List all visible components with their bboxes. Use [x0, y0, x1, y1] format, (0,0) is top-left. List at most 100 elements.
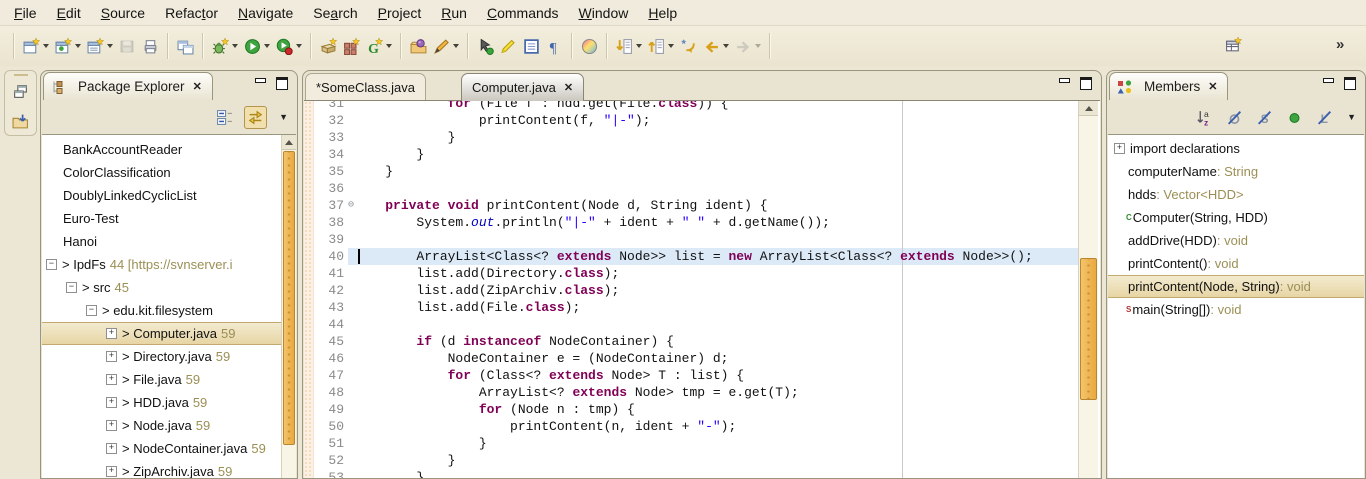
save-button[interactable]	[116, 35, 139, 58]
dropdown-arrow-icon[interactable]	[755, 44, 761, 48]
open-perspective-button[interactable]	[1222, 34, 1245, 57]
minimize-button[interactable]	[253, 77, 267, 89]
show-whitespace-button[interactable]: ¶	[543, 35, 566, 58]
expander-icon[interactable]: +	[1114, 143, 1125, 154]
dropdown-arrow-icon[interactable]	[43, 44, 49, 48]
fast-view-grip[interactable]	[14, 74, 28, 76]
hide-locals-button[interactable]: L	[1314, 107, 1335, 128]
maximize-button[interactable]	[1079, 77, 1093, 89]
minimize-button[interactable]	[1057, 77, 1071, 89]
open-type-button[interactable]	[174, 35, 197, 58]
highlighter-button[interactable]	[497, 35, 520, 58]
new-project-wizard-button[interactable]	[84, 35, 116, 58]
debug-button[interactable]	[209, 35, 241, 58]
hide-fields-button[interactable]	[1224, 107, 1245, 128]
tree-item[interactable]: +J> Directory.java59	[42, 345, 281, 368]
maximize-button[interactable]	[1343, 77, 1357, 89]
code-editor[interactable]: 3132333435363738394041424344454647484950…	[304, 100, 1100, 478]
menu-item-navigate[interactable]: Navigate	[228, 2, 303, 24]
prev-annotation-button[interactable]	[645, 35, 677, 58]
menu-item-edit[interactable]: Edit	[47, 2, 91, 24]
dropdown-arrow-icon[interactable]	[107, 44, 113, 48]
dropdown-arrow-icon[interactable]	[453, 44, 459, 48]
link-with-editor-button[interactable]	[244, 106, 267, 129]
package-explorer-tab[interactable]: Package Explorer ✕	[43, 72, 213, 100]
expander-icon[interactable]: −	[66, 282, 77, 293]
view-menu-icon[interactable]: ▼	[276, 112, 291, 122]
menu-item-help[interactable]: Help	[638, 2, 687, 24]
console-button[interactable]	[520, 35, 543, 58]
members-tab[interactable]: Members ✕	[1109, 72, 1228, 100]
expander-icon[interactable]: +	[106, 420, 117, 431]
menu-item-search[interactable]: Search	[303, 2, 367, 24]
members-list[interactable]: +import declarationscomputerName : Strin…	[1108, 134, 1364, 478]
collapse-all-button[interactable]	[214, 107, 235, 128]
tree-item[interactable]: +J> HDD.java59	[42, 391, 281, 414]
back-button[interactable]	[700, 35, 732, 58]
dropdown-arrow-icon[interactable]	[723, 44, 729, 48]
close-icon[interactable]: ✕	[193, 80, 202, 93]
package-explorer-scrollbar[interactable]	[281, 135, 296, 478]
menu-item-source[interactable]: Source	[91, 2, 155, 24]
last-edit-location-button[interactable]	[677, 35, 700, 58]
menu-item-run[interactable]: Run	[431, 2, 477, 24]
tree-item[interactable]: +J> Node.java59	[42, 414, 281, 437]
dropdown-arrow-icon[interactable]	[386, 44, 392, 48]
dropdown-arrow-icon[interactable]	[668, 44, 674, 48]
member-item[interactable]: printContent() : void	[1108, 252, 1364, 275]
dropdown-arrow-icon[interactable]	[264, 44, 270, 48]
scroll-up-icon[interactable]	[1079, 101, 1098, 116]
menu-item-commands[interactable]: Commands	[477, 2, 569, 24]
close-icon[interactable]: ✕	[1208, 80, 1217, 93]
run-button[interactable]	[241, 35, 273, 58]
expander-icon[interactable]: +	[106, 466, 117, 477]
tree-item[interactable]: BankAccountReader	[42, 138, 281, 161]
tree-item[interactable]: +J> ZipArchiv.java59	[42, 460, 281, 478]
hide-static-button[interactable]: S	[1254, 107, 1275, 128]
tree-item[interactable]: +J> Computer.java59	[42, 322, 281, 345]
run-history-button[interactable]	[273, 35, 305, 58]
member-item[interactable]: Smain(String[]) : void	[1108, 298, 1364, 321]
dropdown-arrow-icon[interactable]	[296, 44, 302, 48]
member-item[interactable]: hdds : Vector<HDD>	[1108, 183, 1364, 206]
filter-public-button[interactable]	[1284, 107, 1305, 128]
tree-item[interactable]: +J> NodeContainer.java59	[42, 437, 281, 460]
g-wizard-button[interactable]: G	[363, 35, 395, 58]
menu-item-refactor[interactable]: Refactor	[155, 2, 228, 24]
member-item[interactable]: printContent(Node, String) : void	[1108, 275, 1364, 298]
forward-button[interactable]	[732, 35, 764, 58]
print-button[interactable]	[139, 35, 162, 58]
scroll-up-icon[interactable]	[282, 135, 296, 150]
dropdown-arrow-icon[interactable]	[232, 44, 238, 48]
maximize-button[interactable]	[275, 77, 289, 89]
member-item[interactable]: addDrive(HDD) : void	[1108, 229, 1364, 252]
pointer-button[interactable]	[474, 35, 497, 58]
member-item[interactable]: computerName : String	[1108, 160, 1364, 183]
dropdown-arrow-icon[interactable]	[75, 44, 81, 48]
new-class-wizard-button[interactable]	[52, 35, 84, 58]
tree-item[interactable]: Hanoi	[42, 230, 281, 253]
tree-item[interactable]: ColorClassification	[42, 161, 281, 184]
expander-icon[interactable]: +	[106, 351, 117, 362]
member-item[interactable]: CComputer(String, HDD)	[1108, 206, 1364, 229]
marker-pen-button[interactable]	[430, 35, 462, 58]
editor-tab-someclassjava[interactable]: J*SomeClass.java	[305, 73, 426, 101]
new-wizard-button[interactable]	[20, 35, 52, 58]
grid-wizard-button[interactable]	[340, 35, 363, 58]
tree-item[interactable]: −> src45	[42, 276, 281, 299]
scrollbar-thumb[interactable]	[1080, 258, 1097, 400]
editor-tab-computerjava[interactable]: JComputer.java✕	[461, 73, 584, 101]
restore-views-button[interactable]	[9, 80, 32, 103]
tree-item[interactable]: Euro-Test	[42, 207, 281, 230]
menu-item-file[interactable]: File	[4, 2, 47, 24]
menu-item-window[interactable]: Window	[569, 2, 639, 24]
tree-item[interactable]: +J> File.java59	[42, 368, 281, 391]
line-number-ruler[interactable]: 3132333435363738394041424344454647484950…	[313, 100, 344, 478]
expander-icon[interactable]: +	[106, 397, 117, 408]
editor-scrollbar[interactable]	[1078, 101, 1098, 478]
scrollbar-thumb[interactable]	[283, 151, 295, 445]
box-wizard-button[interactable]	[317, 35, 340, 58]
view-menu-icon[interactable]: ▼	[1344, 112, 1359, 122]
web-browser-button[interactable]	[578, 35, 601, 58]
code-text[interactable]: for (File f : hdd.get(File.class)) { pri…	[354, 100, 1078, 478]
